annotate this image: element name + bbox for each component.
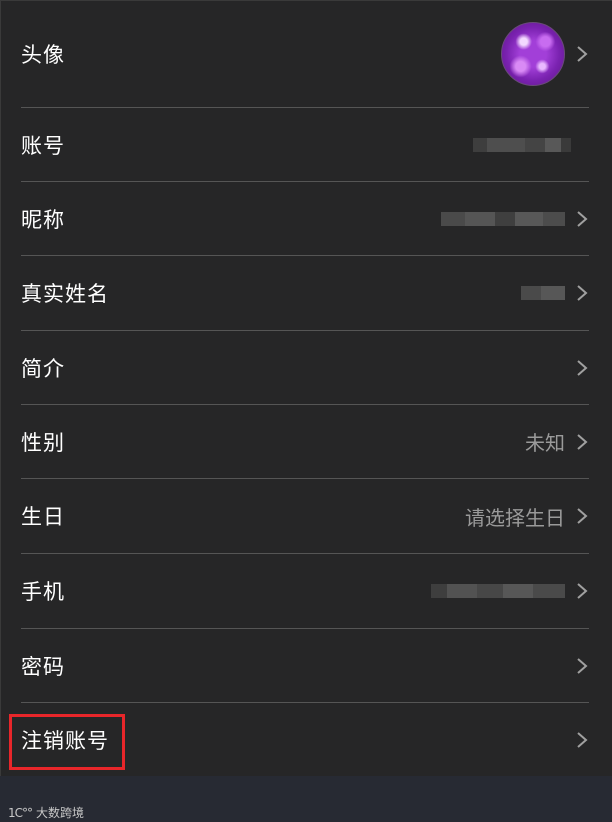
gender-right: 未知 — [525, 427, 589, 456]
avatar-label: 头像 — [21, 43, 65, 67]
account-value-blurred — [473, 137, 571, 152]
account-right — [473, 137, 589, 152]
watermark: 1C°° 大数跨境 — [8, 804, 84, 821]
phone-label: 手机 — [21, 580, 65, 604]
deactivate-account-right — [575, 731, 589, 749]
row-gender[interactable]: 性别 未知 — [21, 405, 589, 479]
chevron-right-icon — [577, 359, 588, 376]
birthday-label: 生日 — [21, 505, 65, 529]
avatar-right — [501, 22, 589, 86]
bio-right — [575, 359, 589, 377]
bio-label: 简介 — [21, 356, 65, 381]
row-avatar[interactable]: 头像 — [21, 1, 589, 108]
phone-right — [431, 582, 589, 600]
highlight-box — [9, 714, 125, 770]
account-label: 账号 — [21, 133, 65, 158]
footer-bar: 1C°° 大数跨境 — [0, 776, 612, 822]
real-name-label: 真实姓名 — [21, 282, 109, 306]
chevron-right-icon — [577, 285, 588, 301]
password-right — [575, 657, 589, 675]
phone-value-blurred — [431, 584, 565, 598]
row-account[interactable]: 账号 — [21, 108, 589, 182]
brand-name: 大数跨境 — [36, 806, 85, 820]
row-phone[interactable]: 手机 — [21, 554, 589, 629]
chevron-right-icon — [577, 732, 588, 748]
real-name-right — [521, 284, 589, 302]
chevron-right-icon — [577, 46, 588, 62]
chevron-right-icon — [577, 508, 588, 524]
gender-label: 性别 — [21, 430, 65, 455]
row-bio[interactable]: 简介 — [21, 331, 589, 405]
row-birthday[interactable]: 生日 请选择生日 — [21, 479, 589, 554]
avatar[interactable] — [501, 22, 565, 86]
row-nickname[interactable]: 昵称 — [21, 182, 589, 256]
birthday-value: 请选择生日 — [465, 505, 565, 530]
gender-value: 未知 — [525, 431, 565, 455]
nickname-value-blurred — [441, 211, 565, 226]
profile-settings-panel: 头像 账号 昵称 真实姓名 简介 性别 未知 生日 请选择生日 手机 密码 注销… — [0, 0, 612, 776]
nickname-right — [441, 210, 589, 228]
password-label: 密码 — [21, 654, 65, 679]
chevron-right-icon — [577, 210, 588, 227]
brand-mark: 1C°° — [8, 805, 33, 820]
chevron-right-icon — [577, 657, 588, 674]
row-password[interactable]: 密码 — [21, 629, 589, 703]
chevron-right-icon — [577, 583, 588, 599]
nickname-label: 昵称 — [21, 207, 65, 232]
row-real-name[interactable]: 真实姓名 — [21, 256, 589, 331]
chevron-right-icon — [577, 433, 588, 450]
birthday-right: 请选择生日 — [465, 502, 589, 531]
real-name-value-blurred — [521, 286, 565, 300]
